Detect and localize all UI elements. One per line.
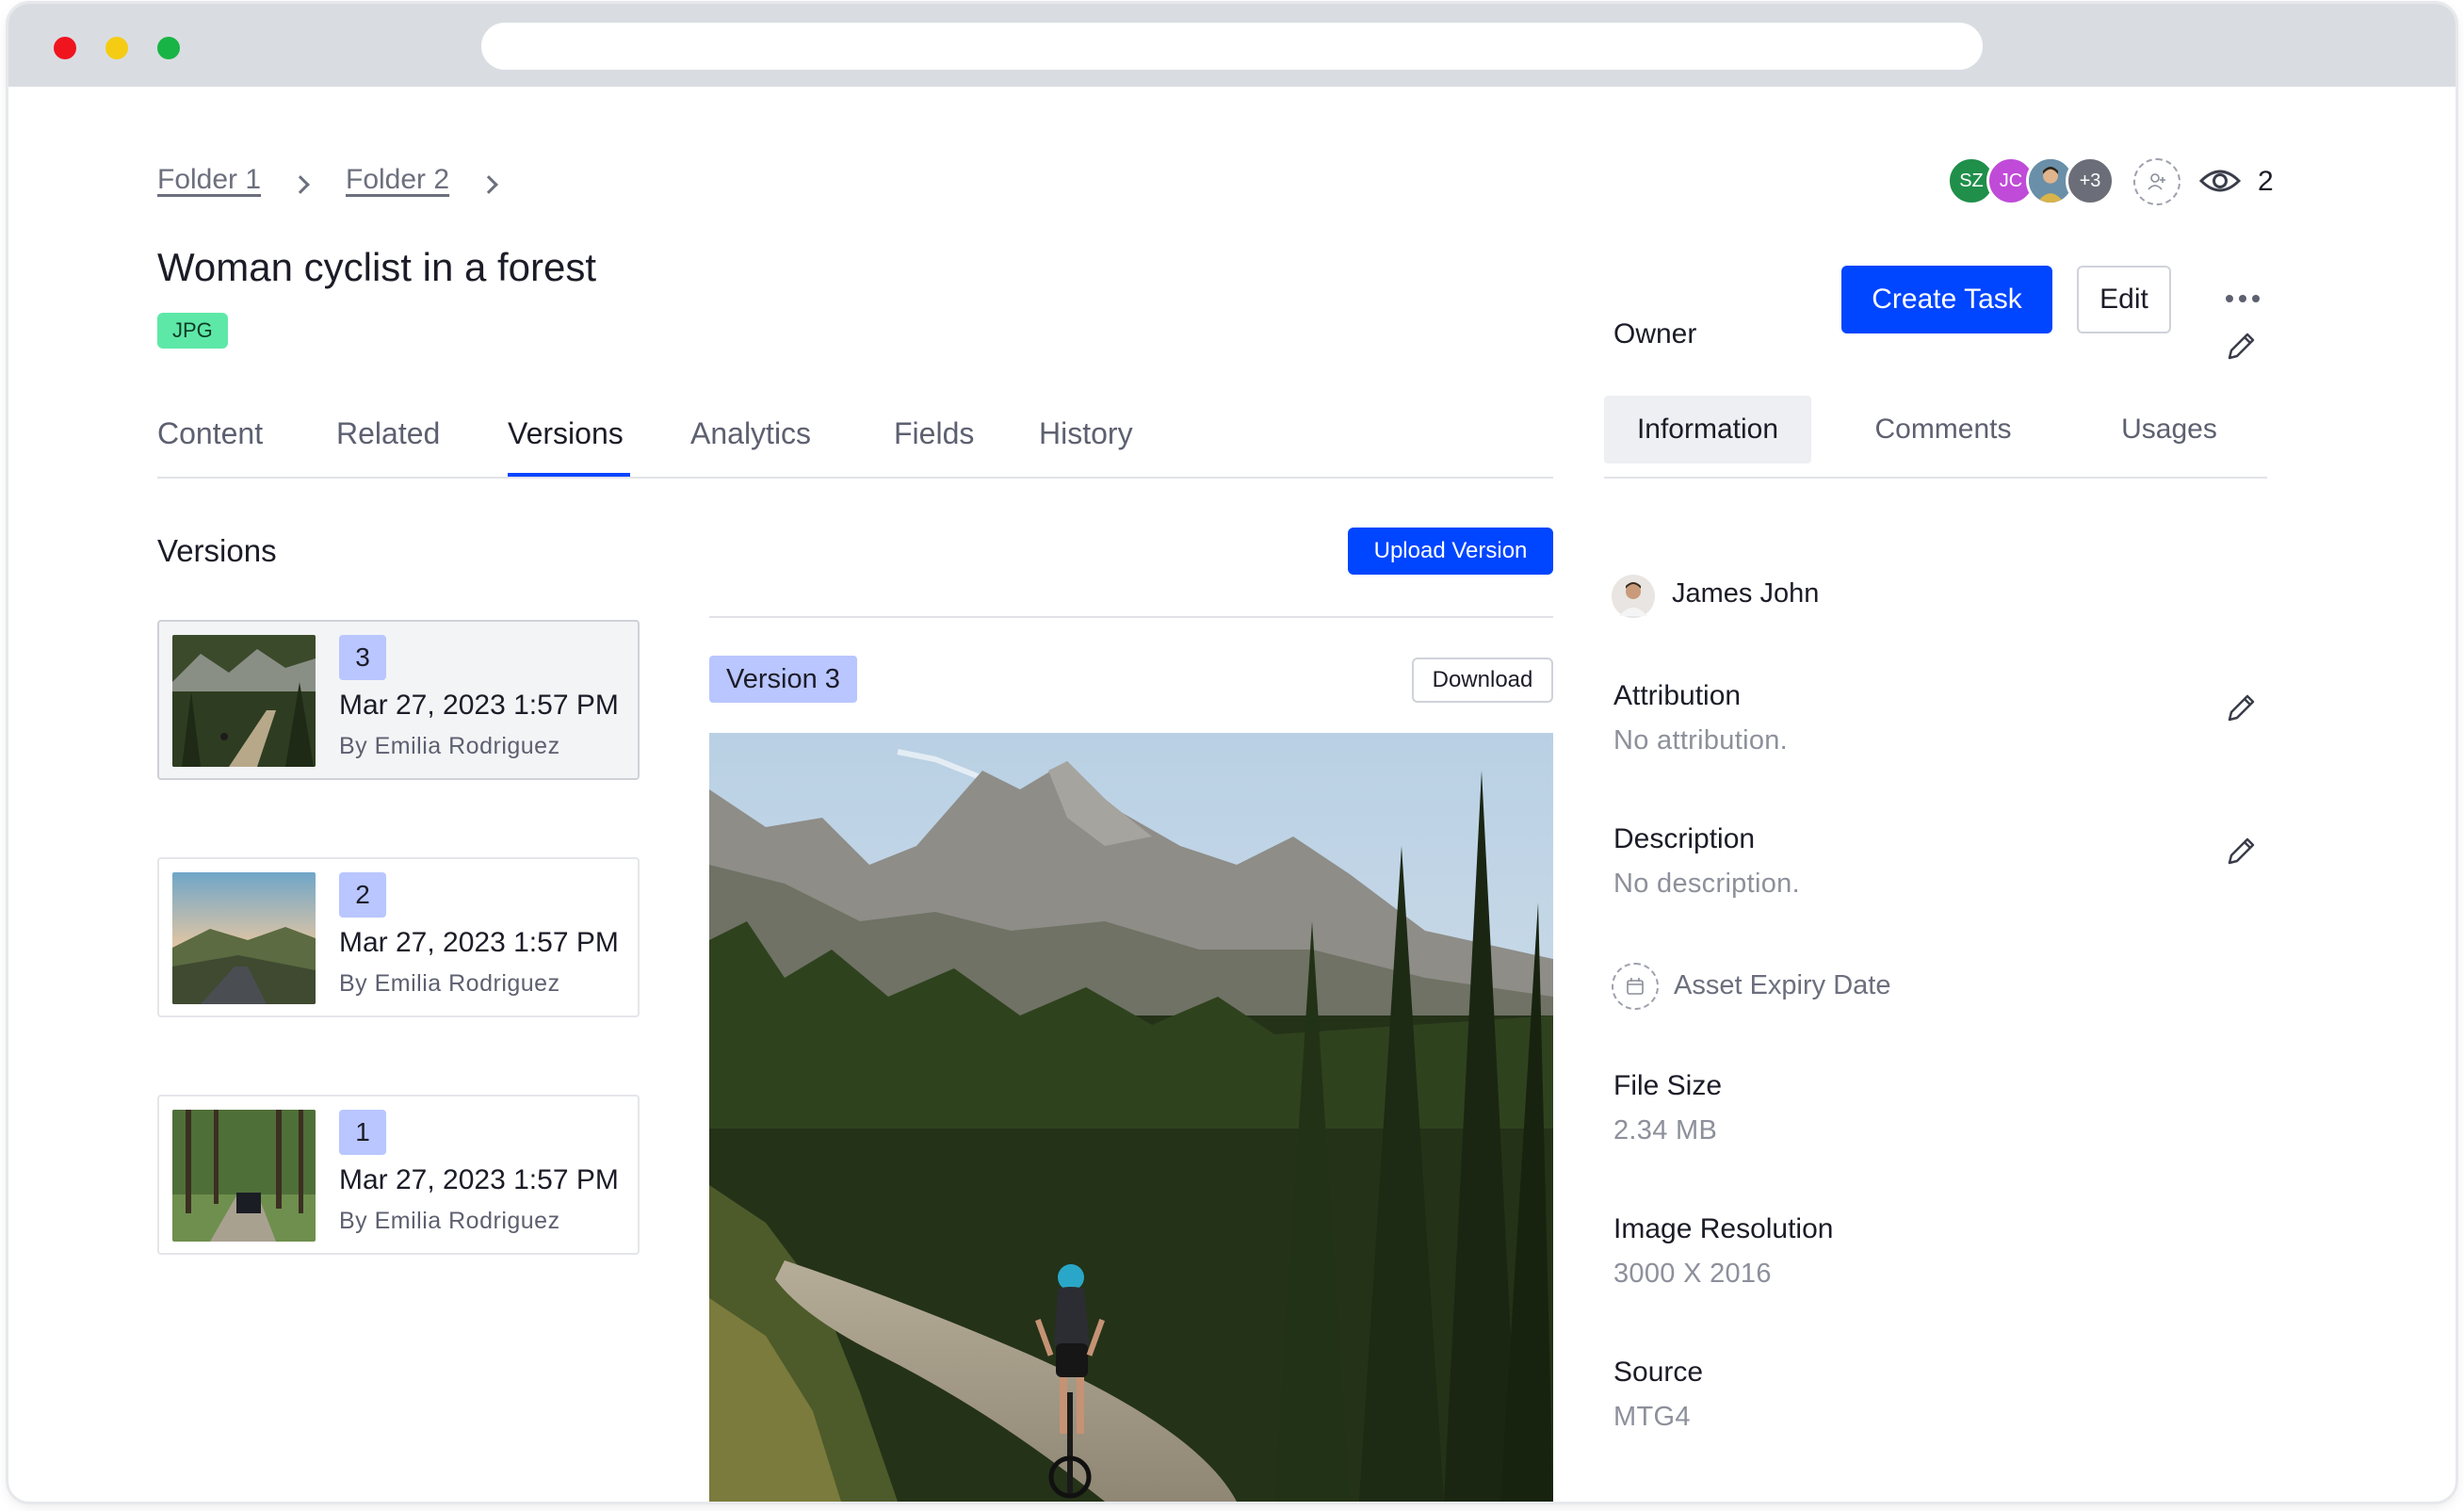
version-number-badge: 2 <box>339 872 386 918</box>
format-badge: JPG <box>157 313 228 349</box>
avatar-more-count[interactable]: +3 <box>2066 156 2115 205</box>
eye-icon <box>2199 170 2241 192</box>
attribution-value: No attribution. <box>1613 725 1789 756</box>
version-author: By Emilia Rodriguez <box>339 733 560 759</box>
browser-titlebar <box>8 4 2456 87</box>
tab-comments[interactable]: Comments <box>1840 396 2047 463</box>
edit-owner-icon[interactable] <box>2222 328 2260 366</box>
create-task-button[interactable]: Create Task <box>1841 266 2052 333</box>
maximize-window-button[interactable] <box>157 37 180 59</box>
edit-description-icon[interactable] <box>2222 833 2260 870</box>
source-label: Source <box>1613 1357 1704 1388</box>
upload-version-button[interactable]: Upload Version <box>1348 528 1553 575</box>
main-tabs: Content Related Versions Analytics Field… <box>157 407 1553 479</box>
version-date: Mar 27, 2023 1:57 PM <box>339 927 619 958</box>
owner-name: James John <box>1672 578 1820 609</box>
resolution-value: 3000 X 2016 <box>1613 1259 1772 1289</box>
edit-button[interactable]: Edit <box>2077 266 2171 333</box>
version-date: Mar 27, 2023 1:57 PM <box>339 690 619 721</box>
version-author: By Emilia Rodriguez <box>339 1208 560 1234</box>
version-date: Mar 27, 2023 1:57 PM <box>339 1164 619 1195</box>
viewer-count: 2 <box>2258 166 2274 197</box>
download-button[interactable]: Download <box>1412 658 1553 703</box>
file-size-label: File Size <box>1613 1070 1723 1101</box>
minimize-window-button[interactable] <box>105 37 128 59</box>
close-window-button[interactable] <box>54 37 76 59</box>
description-value: No description. <box>1613 869 1800 899</box>
versions-heading: Versions <box>157 533 277 568</box>
add-user-button[interactable] <box>2133 158 2180 205</box>
version-preview-image <box>709 733 1553 1502</box>
resolution-label: Image Resolution <box>1613 1213 1834 1244</box>
tab-analytics[interactable]: Analytics <box>690 416 811 451</box>
browser-window: Folder 1 Folder 2 SZ JC +3 2 Woman cycli… <box>8 4 2456 1502</box>
tab-versions[interactable]: Versions <box>508 416 624 451</box>
breadcrumb-folder-2[interactable]: Folder 2 <box>346 164 449 196</box>
tab-information[interactable]: Information <box>1604 396 1811 463</box>
description-label: Description <box>1613 823 1756 854</box>
tab-content[interactable]: Content <box>157 416 263 451</box>
chevron-right-icon <box>291 175 310 194</box>
tab-usages[interactable]: Usages <box>2075 396 2263 463</box>
selected-version-label: Version 3 <box>709 656 857 703</box>
version-author: By Emilia Rodriguez <box>339 970 560 997</box>
version-number-badge: 1 <box>339 1110 386 1155</box>
file-size-value: 2.34 MB <box>1613 1115 1718 1145</box>
version-card-3[interactable]: 3 Mar 27, 2023 1:57 PM By Emilia Rodrigu… <box>157 620 640 780</box>
edit-attribution-icon[interactable] <box>2222 690 2260 727</box>
version-card-2[interactable]: 2 Mar 27, 2023 1:57 PM By Emilia Rodrigu… <box>157 857 640 1017</box>
breadcrumb-folder-1[interactable]: Folder 1 <box>157 164 261 196</box>
tab-related[interactable]: Related <box>336 416 440 451</box>
more-options-icon[interactable] <box>2224 292 2261 305</box>
expiry-date-button[interactable] <box>1612 963 1659 1010</box>
owner-avatar <box>1612 575 1655 618</box>
tab-fields[interactable]: Fields <box>894 416 974 451</box>
address-bar[interactable] <box>481 23 1983 70</box>
version-thumbnail <box>172 1110 316 1242</box>
expiry-date-label[interactable]: Asset Expiry Date <box>1674 970 1890 1001</box>
version-card-1[interactable]: 1 Mar 27, 2023 1:57 PM By Emilia Rodrigu… <box>157 1095 640 1255</box>
owner-label: Owner <box>1613 318 1697 349</box>
tab-history[interactable]: History <box>1039 416 1133 451</box>
page-content: Folder 1 Folder 2 SZ JC +3 2 Woman cycli… <box>8 87 2456 1502</box>
info-tabs: Information Comments Usages <box>1604 396 2267 479</box>
version-number-badge: 3 <box>339 635 386 680</box>
version-thumbnail <box>172 872 316 1004</box>
chevron-right-icon <box>479 175 498 194</box>
page-title: Woman cyclist in a forest <box>157 245 597 289</box>
active-tab-indicator <box>508 473 630 477</box>
calendar-icon <box>1627 978 1644 995</box>
version-thumbnail <box>172 635 316 767</box>
preview-divider <box>709 616 1553 618</box>
add-user-icon <box>2148 173 2165 190</box>
attribution-label: Attribution <box>1613 680 1742 711</box>
source-value: MTG4 <box>1613 1402 1691 1432</box>
